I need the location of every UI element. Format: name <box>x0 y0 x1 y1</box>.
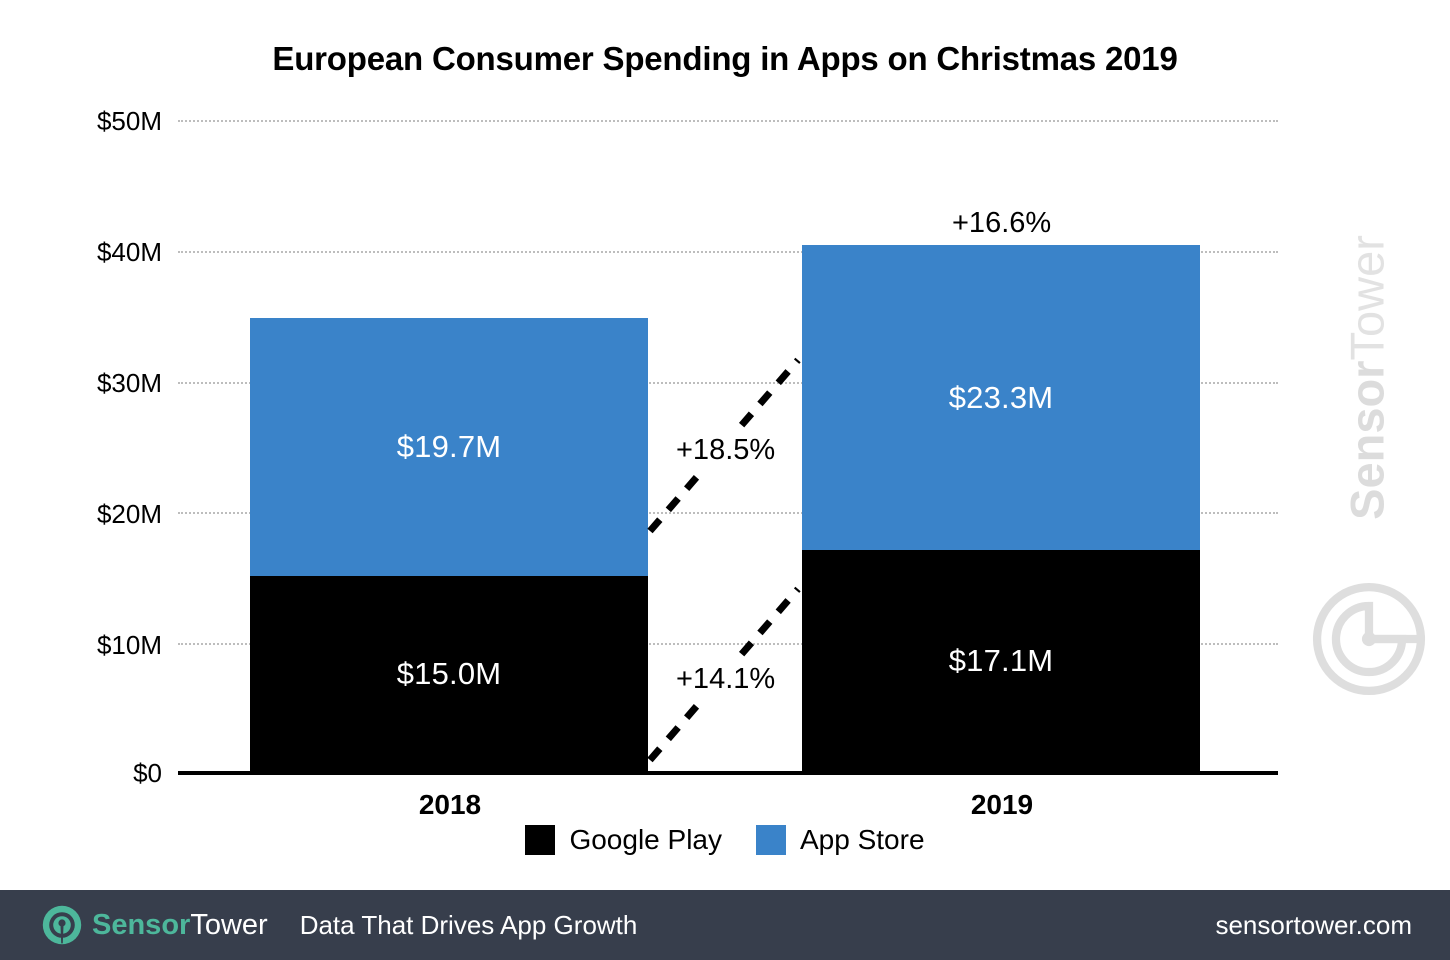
y-axis-label-0: $0 <box>133 758 162 788</box>
gridline-50m <box>178 120 1278 122</box>
bar-value-2018-app-store: $19.7M <box>396 429 502 464</box>
sensortower-logo-icon <box>42 905 82 945</box>
bar-2019-google-play[interactable]: $17.1M <box>802 550 1200 772</box>
bar-2019-app-store[interactable]: $23.3M <box>802 245 1200 550</box>
chart-legend: Google Play App Store <box>0 824 1450 856</box>
legend-item-google-play[interactable]: Google Play <box>525 824 722 856</box>
footer-bar: SensorTower Data That Drives App Growth … <box>0 890 1450 960</box>
bar-value-2019-app-store: $23.3M <box>948 379 1054 415</box>
x-axis-line <box>178 771 1278 775</box>
y-axis-label-20m: $20M <box>96 499 162 529</box>
x-axis-label-2019: 2019 <box>970 789 1034 820</box>
legend-label-google-play: Google Play <box>569 824 722 855</box>
legend-swatch-app-store <box>756 825 786 855</box>
footer-url[interactable]: sensortower.com <box>1215 910 1412 941</box>
bar-2018-google-play[interactable]: $15.0M <box>250 576 648 772</box>
y-axis-label-30m: $30M <box>96 368 162 398</box>
watermark-text-light: Tower <box>1340 235 1394 361</box>
bar-2018-app-store[interactable]: $19.7M <box>250 318 648 576</box>
sensortower-watermark: SensorTower <box>1292 185 1442 705</box>
legend-swatch-google-play <box>525 825 556 855</box>
footer-logo-tower: Tower <box>190 908 268 941</box>
page-title: European Consumer Spending in Apps on Ch… <box>272 40 1178 77</box>
footer-logo-sensor: Sensor <box>92 908 191 941</box>
footer-logo-text: SensorTower <box>92 909 268 942</box>
legend-item-app-store[interactable]: App Store <box>756 824 925 856</box>
y-axis-label-10m: $10M <box>96 630 162 660</box>
y-axis-label-50m: $50M <box>96 106 162 136</box>
growth-label-app-store: +18.5% <box>668 430 784 471</box>
watermark-text: SensorTower <box>1340 198 1395 558</box>
y-axis-label-40m: $40M <box>96 237 162 267</box>
bar-value-2018-google-play: $15.0M <box>396 656 502 691</box>
bar-value-2019-google-play: $17.1M <box>948 643 1054 678</box>
legend-label-app-store: App Store <box>800 824 925 855</box>
x-axis-label-2018: 2018 <box>418 789 482 820</box>
chart-page: SensorTower European Consumer Spending i… <box>0 0 1450 960</box>
sensortower-circle-logo-icon <box>1312 582 1426 696</box>
growth-label-google-play: +14.1% <box>668 659 784 700</box>
growth-label-total: +16.6% <box>946 207 1058 240</box>
watermark-text-bold: Sensor <box>1340 360 1394 520</box>
footer-tagline: Data That Drives App Growth <box>299 909 638 940</box>
footer-logo[interactable]: SensorTower <box>42 905 268 945</box>
